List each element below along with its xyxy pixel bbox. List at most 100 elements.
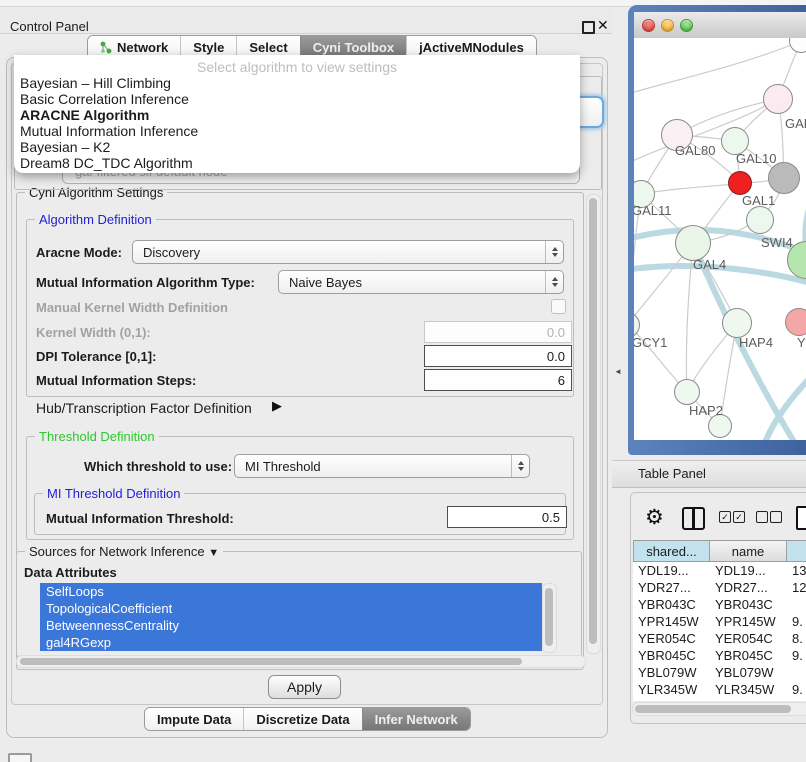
which-threshold-label: Which threshold to use: bbox=[84, 459, 232, 474]
node-red-selected[interactable] bbox=[728, 171, 752, 195]
table-row[interactable]: YDL19...YDL19...13 bbox=[633, 562, 806, 579]
node-label: HAP2 bbox=[689, 403, 723, 418]
close-panel-icon[interactable]: ✕ bbox=[597, 17, 609, 34]
table-row[interactable]: YLR345WYLR345W9. bbox=[633, 681, 806, 698]
mi-steps-field[interactable]: 6 bbox=[424, 369, 572, 391]
tab-discretize-data-label: Discretize Data bbox=[256, 712, 349, 727]
node-label: GAL4 bbox=[693, 257, 726, 272]
node-salmon[interactable] bbox=[785, 308, 806, 336]
tab-discretize-data[interactable]: Discretize Data bbox=[243, 708, 361, 730]
cell bbox=[787, 664, 806, 681]
kernel-width-field[interactable]: 0.0 bbox=[424, 321, 572, 343]
mi-steps-value: 6 bbox=[558, 373, 565, 388]
select-all-checks-icon[interactable]: ✓ bbox=[719, 511, 731, 523]
cell bbox=[787, 596, 806, 613]
list-item[interactable]: BetweennessCentrality bbox=[40, 617, 542, 634]
threshold-definition-title: Threshold Definition bbox=[35, 429, 159, 444]
popup-item-mutual-information[interactable]: Mutual Information Inference bbox=[20, 123, 198, 139]
control-panel-titlebar: Control Panel ✕ bbox=[0, 7, 612, 34]
splitpane-collapse-icon[interactable]: ◄ bbox=[614, 367, 622, 376]
deselect-all-checks-icon[interactable] bbox=[756, 511, 768, 523]
column-header-label: shared... bbox=[646, 544, 697, 559]
minimized-panel-icon[interactable] bbox=[8, 753, 32, 762]
node-swi4[interactable] bbox=[746, 206, 774, 234]
cell: 8. bbox=[787, 630, 806, 647]
mi-threshold-field[interactable]: 0.5 bbox=[447, 506, 567, 528]
cell: YBR045C bbox=[633, 647, 710, 664]
cell: 9. bbox=[787, 681, 806, 698]
apply-button-label: Apply bbox=[287, 679, 322, 695]
node-hap2[interactable] bbox=[674, 379, 700, 405]
deselect-all-checks-icon[interactable] bbox=[770, 511, 782, 523]
column-header-partial[interactable] bbox=[787, 540, 806, 562]
node-label: Y bbox=[797, 335, 806, 350]
tab-impute-data[interactable]: Impute Data bbox=[145, 708, 243, 730]
hub-section-label[interactable]: Hub/Transcription Factor Definition bbox=[36, 400, 252, 416]
list-item[interactable]: SelfLoops bbox=[40, 583, 542, 600]
popup-item-basic-correlation[interactable]: Basic Correlation Inference bbox=[20, 91, 189, 107]
node-gal4[interactable] bbox=[675, 225, 711, 261]
popup-item-dream8[interactable]: Dream8 DC_TDC Algorithm bbox=[20, 155, 193, 171]
table-row[interactable]: YER054CYER054C8. bbox=[633, 630, 806, 647]
cell: YLR345W bbox=[710, 681, 787, 698]
popup-item-bayesian-hill-climbing[interactable]: Bayesian – Hill Climbing bbox=[20, 75, 171, 91]
column-layout-icon[interactable] bbox=[682, 507, 705, 530]
node-gray[interactable] bbox=[768, 162, 800, 194]
table-row[interactable]: YIL052CYIL052C9 bbox=[633, 698, 806, 701]
zoom-traffic-light-icon[interactable] bbox=[680, 19, 693, 32]
mi-threshold-value: 0.5 bbox=[542, 510, 560, 525]
popup-item-bayesian-k2[interactable]: Bayesian – K2 bbox=[20, 139, 110, 155]
table-row[interactable]: YBL079WYBL079W bbox=[633, 664, 806, 681]
control-panel-title: Control Panel bbox=[10, 19, 89, 34]
cell: 9. bbox=[787, 647, 806, 664]
data-attributes-label: Data Attributes bbox=[24, 565, 117, 580]
table-horizontal-scrollbar[interactable] bbox=[632, 702, 806, 716]
manual-kernel-width-checkbox[interactable] bbox=[551, 299, 566, 314]
attributes-list-scrollbar[interactable] bbox=[542, 583, 557, 653]
screen: Control Panel ✕ Network Style Select Cyn… bbox=[0, 0, 806, 762]
cell: YBR043C bbox=[710, 596, 787, 613]
table-row[interactable]: YBR043CYBR043C bbox=[633, 596, 806, 613]
tab-infer-network[interactable]: Infer Network bbox=[362, 708, 470, 730]
column-header-shared-name[interactable]: shared... bbox=[633, 540, 710, 562]
apply-button[interactable]: Apply bbox=[268, 675, 341, 699]
node-label: SWI4 bbox=[761, 235, 793, 250]
float-panel-icon[interactable] bbox=[582, 21, 595, 34]
settings-vertical-scrollbar[interactable] bbox=[586, 194, 601, 654]
data-attributes-list[interactable]: SelfLoops TopologicalCoefficient Between… bbox=[40, 583, 542, 651]
hub-expand-arrow-icon[interactable]: ▶ bbox=[272, 398, 282, 414]
list-item[interactable]: gal4RGexp bbox=[40, 634, 542, 651]
minimize-traffic-light-icon[interactable] bbox=[661, 19, 674, 32]
sources-group-title[interactable]: Sources for Network Inference ▼ bbox=[25, 544, 223, 559]
close-traffic-light-icon[interactable] bbox=[642, 19, 655, 32]
network-window-titlebar[interactable] bbox=[634, 12, 806, 39]
settings-horizontal-scrollbar[interactable] bbox=[16, 655, 586, 668]
export-table-icon[interactable] bbox=[796, 506, 806, 530]
sources-title-text: Sources for Network Inference bbox=[29, 544, 205, 559]
table-row[interactable]: YBR045CYBR045C9. bbox=[633, 647, 806, 664]
table-row[interactable]: YDR27...YDR27...12 bbox=[633, 579, 806, 596]
network-canvas[interactable]: GAL GAL80 GAL10 GAL1 GAL11 SWI4 GAL4 GCY… bbox=[634, 38, 806, 440]
popup-item-aracne[interactable]: ARACNE Algorithm bbox=[20, 107, 149, 123]
combo-arrows-icon bbox=[511, 455, 529, 477]
network-view-window[interactable]: GAL GAL80 GAL10 GAL1 GAL11 SWI4 GAL4 GCY… bbox=[628, 5, 806, 455]
list-item[interactable]: TopologicalCoefficient bbox=[40, 600, 542, 617]
cell: YPR145W bbox=[633, 613, 710, 630]
node-gal-pink[interactable] bbox=[763, 84, 793, 114]
node-label: GCY1 bbox=[634, 335, 667, 350]
aracne-mode-combo[interactable]: Discovery bbox=[132, 240, 564, 264]
table-panel-title: Table Panel bbox=[638, 466, 706, 481]
node-hap4[interactable] bbox=[722, 308, 752, 338]
column-header-name[interactable]: name bbox=[710, 540, 787, 562]
cell: YDR27... bbox=[710, 579, 787, 596]
which-threshold-combo[interactable]: MI Threshold bbox=[234, 454, 530, 478]
cell: YDL19... bbox=[710, 562, 787, 579]
table-row[interactable]: YPR145WYPR145W9. bbox=[633, 613, 806, 630]
mi-threshold-label: Mutual Information Threshold: bbox=[46, 511, 234, 526]
table-settings-gear-icon[interactable]: ⚙ bbox=[645, 505, 664, 530]
combo-arrows-icon bbox=[545, 271, 563, 293]
cell: YBL079W bbox=[633, 664, 710, 681]
mi-algorithm-type-combo[interactable]: Naive Bayes bbox=[278, 270, 564, 294]
select-all-checks-icon[interactable]: ✓ bbox=[733, 511, 745, 523]
dpi-tolerance-field[interactable]: 0.0 bbox=[424, 345, 572, 367]
